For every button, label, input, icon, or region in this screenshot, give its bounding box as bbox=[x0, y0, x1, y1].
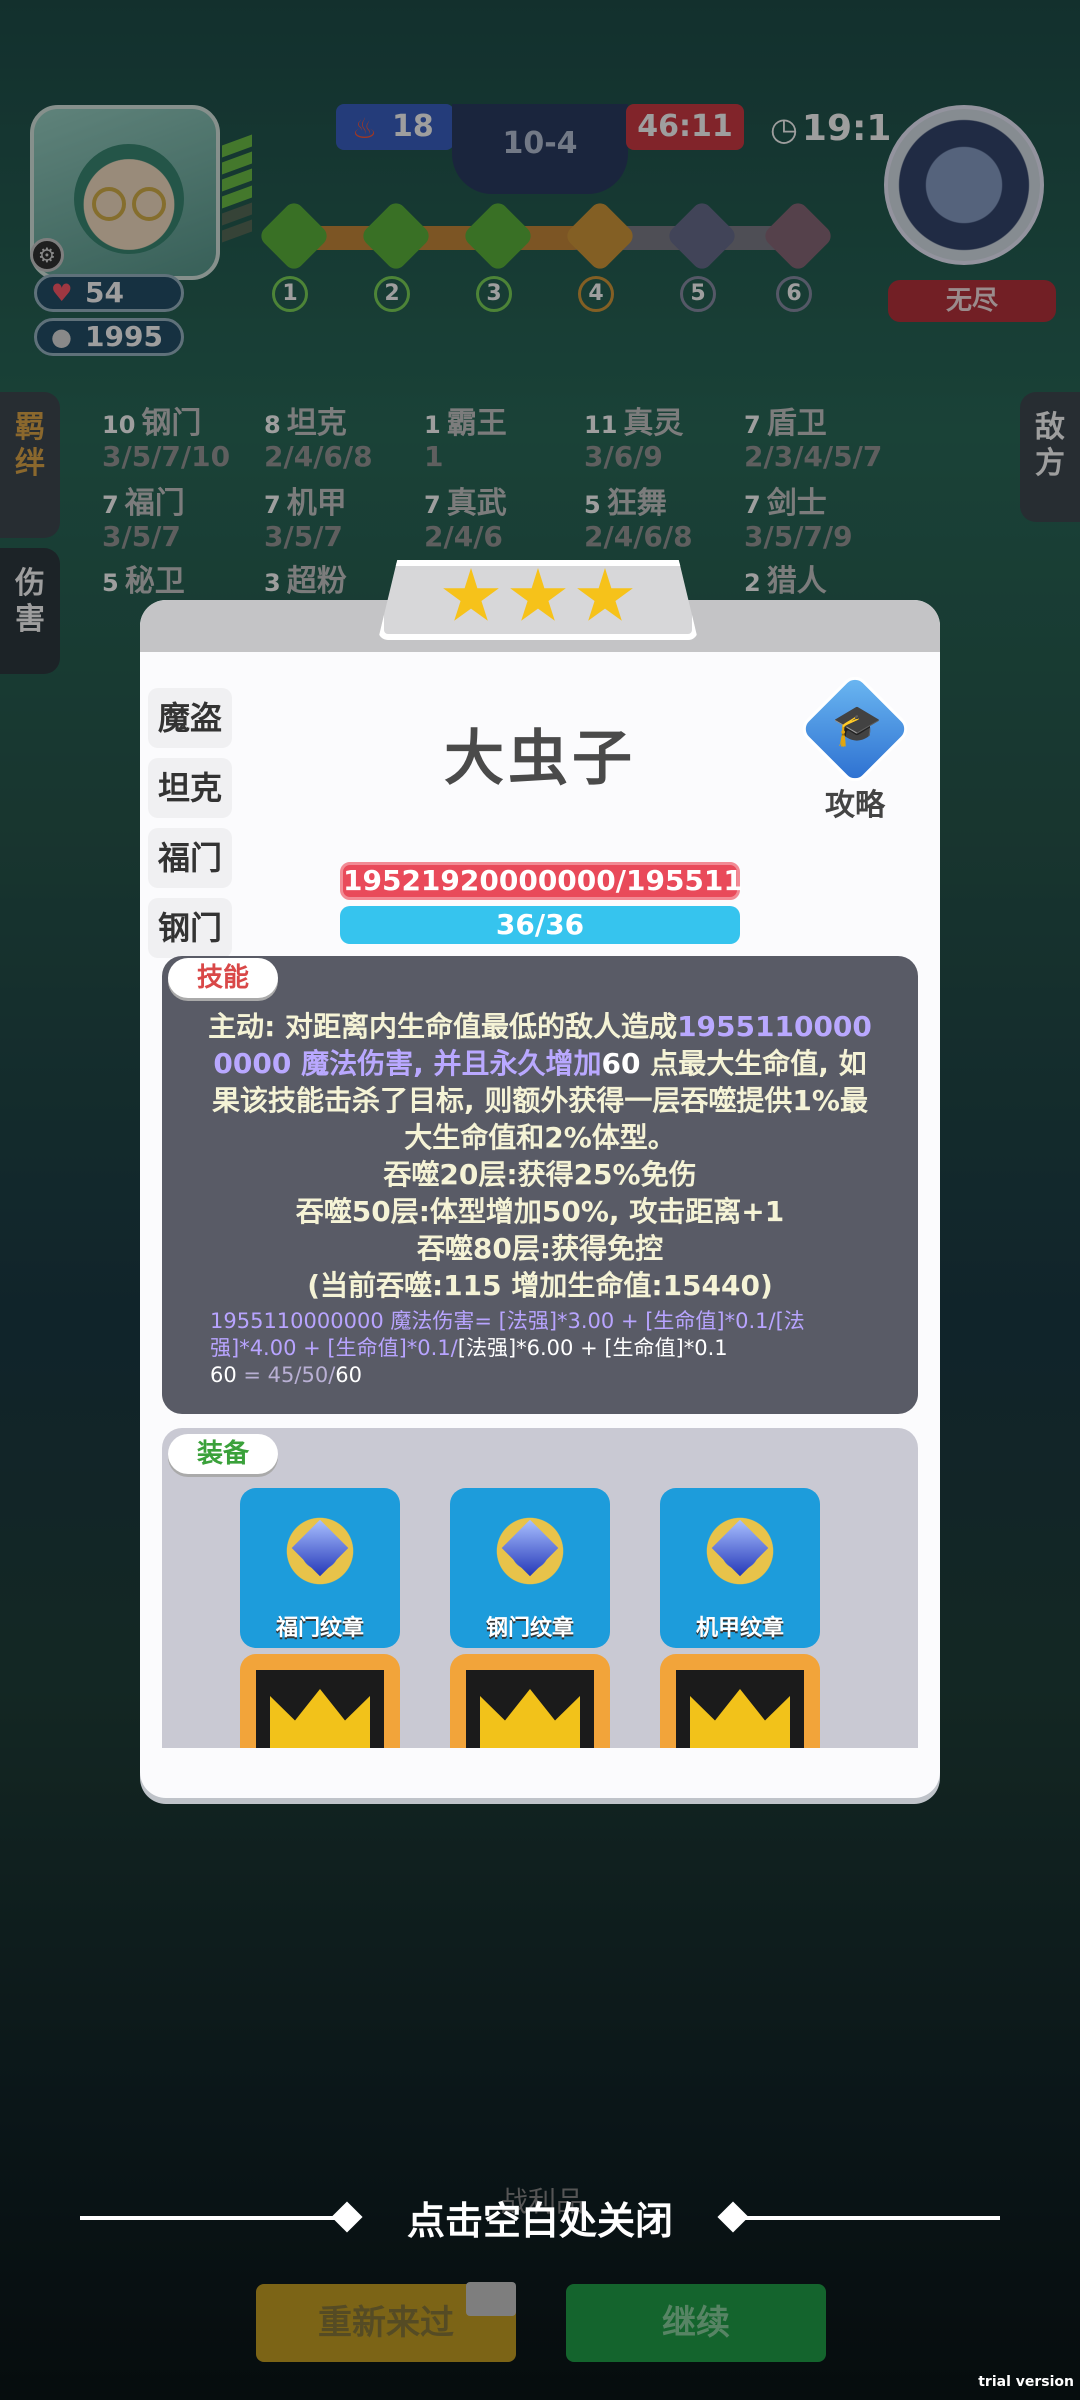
equipment-name: 钢门纹章 bbox=[485, 1616, 574, 1641]
equipment-name: 福门纹章 bbox=[275, 1616, 364, 1641]
skill-badge: 技能 bbox=[168, 958, 278, 998]
equipment-slot[interactable] bbox=[660, 1654, 820, 1748]
trial-watermark: trial version bbox=[978, 2374, 1074, 2390]
damage-formula: 1955110000000 魔法伤害= [法强]*3.00 + [生命值]*0.… bbox=[210, 1309, 805, 1387]
skill-panel: 技能 主动: 对距离内生命值最低的敌人造成1955110000 0000 魔法伤… bbox=[162, 956, 918, 1414]
equipment-badge: 装备 bbox=[168, 1434, 278, 1474]
category-tab[interactable]: 福门 bbox=[148, 828, 232, 888]
equipment-slot[interactable]: 钢门纹章 bbox=[450, 1488, 610, 1648]
hero-mana-bar: 36/36 bbox=[340, 906, 740, 944]
skill-description: 主动: 对距离内生命值最低的敌人造成1955110000 0000 魔法伤害, … bbox=[208, 1010, 872, 1302]
close-hint[interactable]: 点击空白处关闭 bbox=[0, 2190, 1080, 2245]
guide-label: 攻略 bbox=[825, 788, 885, 823]
category-tab[interactable]: 钢门 bbox=[148, 898, 232, 958]
equipment-slot[interactable]: 机甲纹章 bbox=[660, 1488, 820, 1648]
equipment-slot[interactable] bbox=[240, 1654, 400, 1748]
equipment-slot[interactable] bbox=[450, 1654, 610, 1748]
guide-button[interactable]: 🎓 攻略 bbox=[797, 671, 913, 823]
equipment-slot[interactable]: 福门纹章 bbox=[240, 1488, 400, 1648]
star-rating bbox=[378, 560, 698, 640]
hero-detail-modal: 魔盗 坦克 福门 钢门 大虫子 🎓 攻略 19521920000000/1955… bbox=[140, 600, 940, 1798]
hero-hp-bar: 19521920000000/195511 bbox=[340, 862, 743, 900]
equipment-panel: 装备 福门纹章 钢门纹章 机甲纹章 bbox=[162, 1428, 918, 1748]
equipment-name: 机甲纹章 bbox=[695, 1616, 784, 1641]
